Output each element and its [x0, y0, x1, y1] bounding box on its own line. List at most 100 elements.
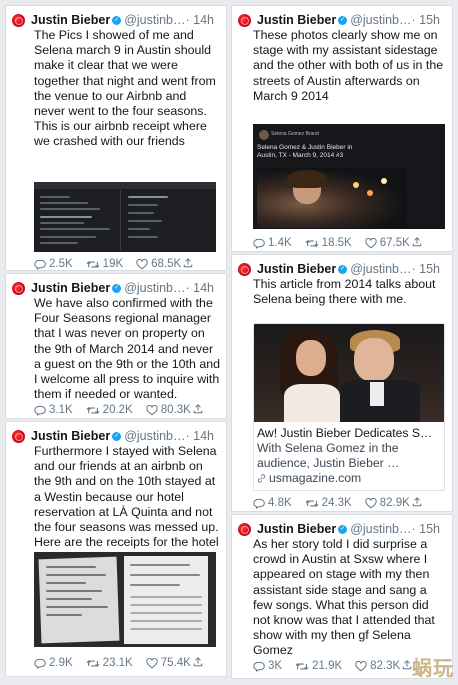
author-handle[interactable]: @justinb… [124, 429, 185, 443]
retweet-icon [86, 658, 100, 669]
author-name[interactable]: Justin Bieber [257, 522, 336, 536]
photo-image[interactable]: Selena Gomez Brand Selena Gomez & Justin… [253, 124, 445, 229]
tweet-actions: 1.4K 18.5K 67.5K [253, 236, 446, 250]
receipt-screenshot-image[interactable] [34, 182, 216, 252]
tweet-header: Justin Bieber ✓ @justinb… · 14h [12, 428, 222, 444]
retweet-button[interactable]: 21.9K [295, 660, 342, 672]
tweet-card[interactable]: Justin Bieber ✓ @justinb… · 14h The Pics… [5, 5, 227, 271]
hotel-receipt-image[interactable] [34, 552, 216, 647]
tweet-card[interactable]: Justin Bieber ✓ @justinb… · 15h These ph… [231, 5, 453, 252]
avatar[interactable] [238, 13, 251, 27]
tweet-card[interactable]: Justin Bieber ✓ @justinb… · 14h Furtherm… [5, 421, 227, 677]
author-handle[interactable]: @justinb… [124, 281, 185, 295]
tweet-card[interactable]: Justin Bieber ✓ @justinb… · 14h We have … [5, 273, 227, 419]
author-handle[interactable]: @justinb… [350, 13, 411, 27]
share-button[interactable] [183, 258, 193, 271]
timestamp[interactable]: · 14h [186, 13, 215, 27]
like-button[interactable]: 68.5K [136, 258, 181, 270]
like-button[interactable]: 82.9K [365, 497, 410, 509]
heart-icon [146, 658, 158, 669]
link-description: With Selena Gomez in the audience, Justi… [257, 441, 400, 470]
share-button[interactable] [193, 404, 203, 417]
reply-icon [34, 658, 46, 669]
share-icon [412, 237, 422, 247]
avatar[interactable] [12, 429, 25, 443]
tweet-header: Justin Bieber ✓ @justinb… · 15h [238, 12, 448, 28]
retweet-button[interactable]: 20.2K [86, 404, 133, 416]
reply-button[interactable]: 2.9K [34, 657, 73, 669]
photo-caption: Selena Gomez & Justin Bieber in Austin, … [257, 144, 353, 159]
author-handle[interactable]: @justinb… [124, 13, 185, 27]
retweet-button[interactable]: 23.1K [86, 657, 133, 669]
tweet-header: Justin Bieber ✓ @justinb… · 14h [12, 12, 222, 28]
reply-icon [253, 238, 265, 249]
share-icon [402, 660, 412, 670]
avatar[interactable] [238, 262, 251, 276]
link-title[interactable]: Aw! Justin Bieber Dedicates S… [254, 422, 444, 441]
author-name[interactable]: Justin Bieber [257, 13, 336, 27]
timestamp[interactable]: · 15h [412, 522, 441, 536]
author-handle[interactable]: @justinb… [350, 262, 411, 276]
reply-icon [253, 498, 265, 509]
retweet-icon [295, 661, 309, 672]
share-icon [193, 404, 203, 414]
timestamp[interactable]: · 15h [412, 262, 441, 276]
reply-icon [253, 661, 265, 672]
share-icon [193, 657, 203, 667]
timestamp[interactable]: · 14h [186, 429, 215, 443]
link-url[interactable]: usmagazine.com [254, 471, 444, 486]
author-handle[interactable]: @justinb… [350, 522, 411, 536]
verified-badge-icon: ✓ [338, 264, 348, 274]
like-button[interactable]: 80.3K [146, 404, 191, 416]
link-preview-card[interactable]: Aw! Justin Bieber Dedicates S… With Sele… [253, 323, 445, 491]
tweet-actions: 2.5K 19K 68.5K [34, 257, 220, 271]
reply-icon [34, 405, 46, 416]
reply-button[interactable]: 3K [253, 660, 282, 672]
avatar[interactable] [238, 522, 251, 536]
share-icon [412, 497, 422, 507]
heart-icon [365, 498, 377, 509]
share-button[interactable] [412, 237, 422, 250]
reply-button[interactable]: 3.1K [34, 404, 73, 416]
author-name[interactable]: Justin Bieber [31, 281, 110, 295]
retweet-button[interactable]: 18.5K [305, 237, 352, 249]
heart-icon [136, 259, 148, 270]
tweet-text: These photos clearly show me on stage wi… [253, 28, 444, 103]
retweet-button[interactable]: 24.3K [305, 497, 352, 509]
retweet-button[interactable]: 19K [86, 258, 123, 270]
tweet-text: This article from 2014 talks about Selen… [253, 277, 436, 307]
author-name[interactable]: Justin Bieber [31, 13, 110, 27]
avatar[interactable] [12, 13, 25, 27]
verified-badge-icon: ✓ [112, 15, 122, 25]
timestamp[interactable]: · 15h [412, 13, 441, 27]
share-button[interactable] [193, 657, 203, 670]
tweet-text: We have also confirmed with the Four Sea… [34, 296, 221, 402]
right-column: Justin Bieber ✓ @justinb… · 15h These ph… [231, 0, 453, 685]
heart-icon [365, 238, 377, 249]
reply-button[interactable]: 4.8K [253, 497, 292, 509]
tweet-actions: 4.8K 24.3K 82.9K [253, 496, 446, 510]
tweet-text: As her story told I did surprise a crowd… [253, 537, 435, 658]
share-button[interactable] [402, 660, 412, 673]
author-name[interactable]: Justin Bieber [31, 429, 110, 443]
verified-badge-icon: ✓ [112, 431, 122, 441]
retweet-icon [86, 405, 100, 416]
tweet-actions: 2.9K 23.1K 75.4K [34, 656, 220, 670]
like-button[interactable]: 67.5K [365, 237, 410, 249]
tweet-text: Furthermore I stayed with Selena and our… [34, 444, 219, 564]
timestamp[interactable]: · 14h [186, 281, 215, 295]
retweet-icon [305, 238, 319, 249]
author-name[interactable]: Justin Bieber [257, 262, 336, 276]
tweet-card[interactable]: Justin Bieber ✓ @justinb… · 15h This art… [231, 254, 453, 512]
like-button[interactable]: 82.3K [355, 660, 400, 672]
like-button[interactable]: 75.4K [146, 657, 191, 669]
left-column: Justin Bieber ✓ @justinb… · 14h The Pics… [5, 0, 227, 685]
link-icon [257, 474, 266, 483]
reply-button[interactable]: 2.5K [34, 258, 73, 270]
share-button[interactable] [412, 497, 422, 510]
verified-badge-icon: ✓ [338, 524, 348, 534]
retweet-icon [86, 259, 100, 270]
reply-button[interactable]: 1.4K [253, 237, 292, 249]
article-image [254, 324, 444, 422]
avatar[interactable] [12, 281, 25, 295]
